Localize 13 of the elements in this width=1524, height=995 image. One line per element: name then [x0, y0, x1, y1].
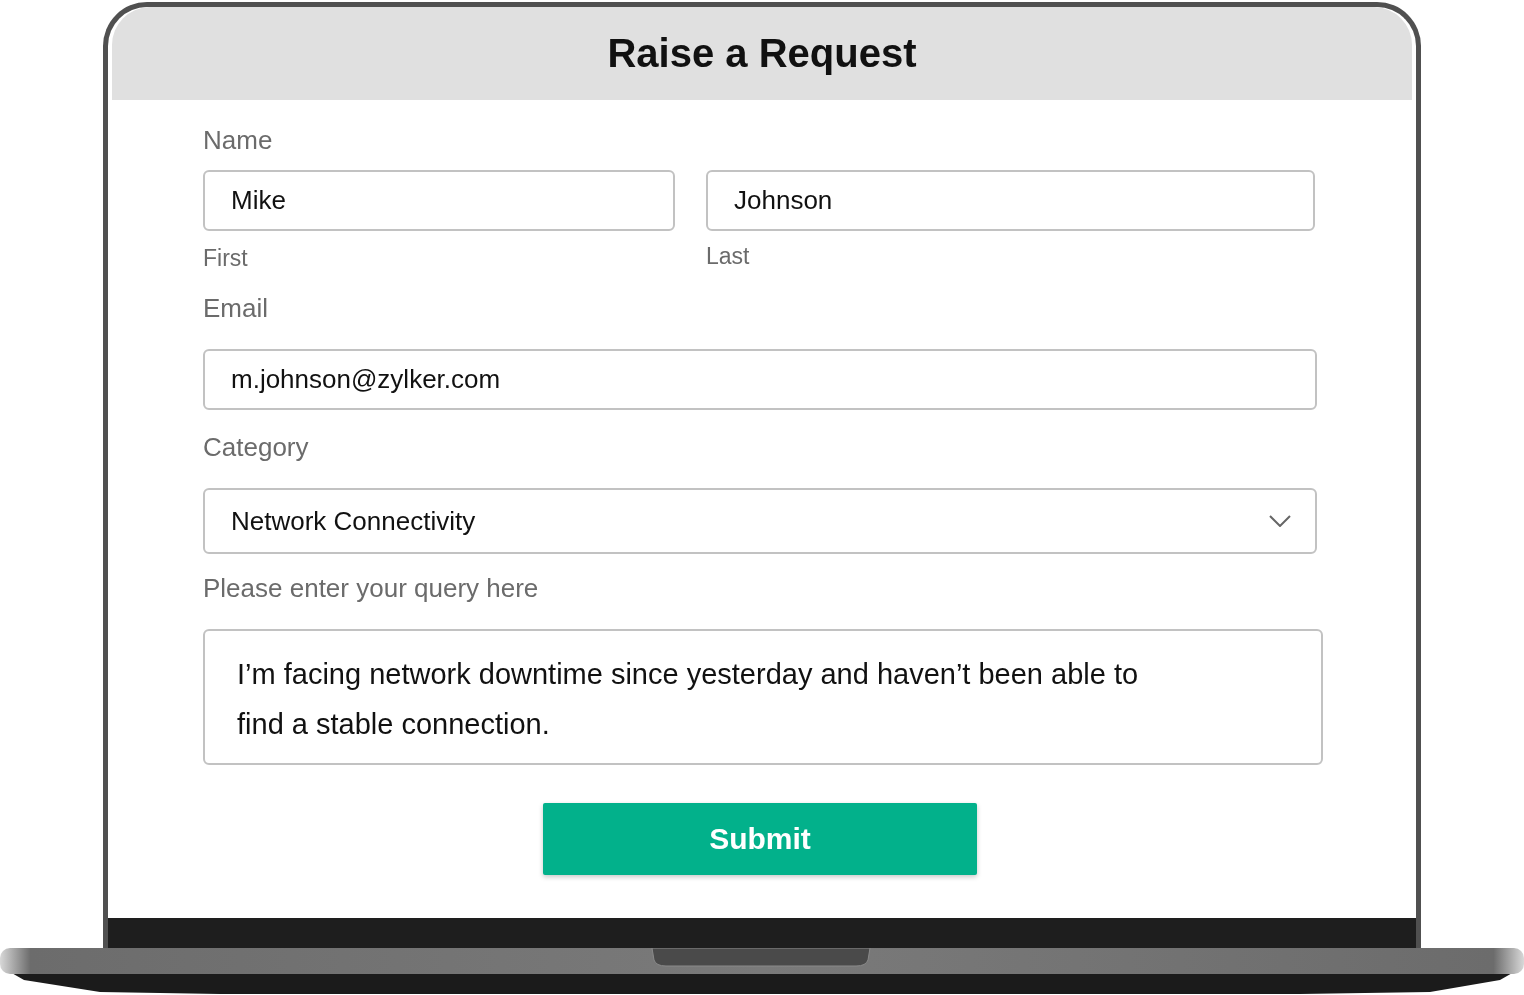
textarea-field[interactable]: I’m facing network downtime since yesterday and haven’t been able to find a stable connection. — [203, 629, 1323, 765]
input-field[interactable]: Mike — [203, 170, 675, 231]
input-field[interactable]: Johnson — [706, 170, 1315, 231]
select-field[interactable]: Network Connectivity — [203, 488, 1317, 554]
field-label: Email — [203, 293, 268, 323]
chevron-down-icon — [1269, 515, 1291, 527]
field-label: Please enter your query here — [203, 573, 539, 603]
field-label: Name — [203, 125, 273, 155]
field-sublabel: First — [203, 244, 248, 272]
field-sublabel: Last — [706, 242, 750, 270]
input-field[interactable]: m.johnson@zylker.com — [203, 349, 1317, 410]
form-title: Raise a Request — [607, 31, 917, 76]
field-label: Category — [203, 432, 309, 462]
